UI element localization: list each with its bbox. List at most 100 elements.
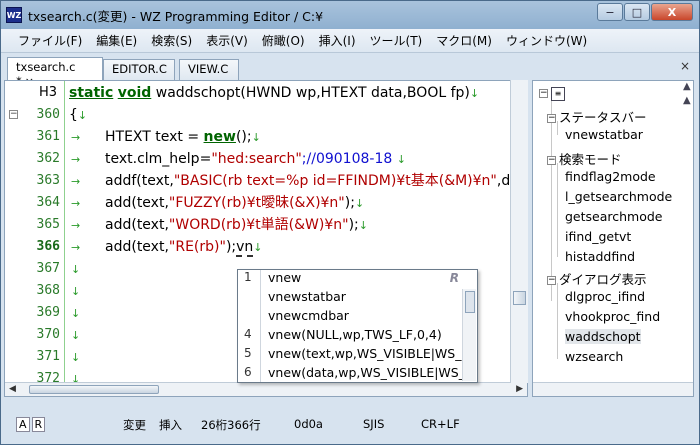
outline-node[interactable]: − 検索モード <box>547 149 622 168</box>
line-number: 361 <box>36 129 60 144</box>
string-literal: "BASIC(rb text=%p id=FFINDM)¥t基本(&M)¥n" <box>173 173 497 189</box>
line-number: 371 <box>36 349 60 364</box>
tab-editor[interactable]: EDITOR.C <box>103 59 175 80</box>
vertical-scroll-thumb[interactable] <box>513 291 526 305</box>
outline-node[interactable]: getsearchmode <box>565 209 663 224</box>
status-encoding[interactable]: SJIS <box>363 417 384 431</box>
outline-root[interactable]: − ≡ <box>539 85 567 101</box>
outline-node[interactable]: − ダイアログ表示 <box>547 269 647 288</box>
heading-level-label: H3 <box>39 85 58 100</box>
outline-close-icon[interactable]: × <box>680 59 690 73</box>
tree-line <box>557 163 558 257</box>
line-number: 368 <box>36 283 60 298</box>
outline-node-selected[interactable]: waddschopt <box>565 329 641 344</box>
menu-search[interactable]: 検索(S) <box>144 32 199 49</box>
code-line: add(text,"FUZZY(rb)¥t曖昧(&X)¥n");↓ <box>105 193 364 213</box>
outline-node[interactable]: histaddfind <box>565 249 635 264</box>
item-text: vnewstatbar <box>268 289 346 304</box>
collapse-icon[interactable]: − <box>539 89 548 98</box>
newline-mark: ↓ <box>358 219 368 232</box>
line-number: 367 <box>36 261 60 276</box>
line-number: 369 <box>36 305 60 320</box>
fold-collapse-icon[interactable]: − <box>9 110 18 119</box>
typed-text: vn <box>236 239 254 257</box>
editor-vertical-scrollbar[interactable] <box>510 80 528 383</box>
outline-vertical-scrollbar[interactable]: ▲ ▲ <box>682 81 693 381</box>
outline-node[interactable]: vhookproc_find <box>565 309 660 324</box>
string-literal: "FUZZY(rb)¥t曖昧(&X)¥n" <box>168 195 345 211</box>
collapse-icon[interactable]: − <box>547 276 556 285</box>
tab-txsearch[interactable]: txsearch.c *× <box>7 57 103 88</box>
menu-insert[interactable]: 挿入(I) <box>312 32 363 49</box>
collapse-icon[interactable]: − <box>547 156 556 165</box>
collapse-icon[interactable]: − <box>547 114 556 123</box>
outline-node[interactable]: l_getsearchmode <box>565 189 672 204</box>
code-line: add(text,"WORD(rb)¥t単語(&W)¥n");↓ <box>105 215 368 235</box>
scroll-left-icon[interactable]: ◀ <box>9 384 16 394</box>
code-line: {↓ <box>69 105 87 125</box>
outline-node[interactable]: ifind_getvt <box>565 229 631 244</box>
completion-popup: 1 vnew R vnewstatbar vnewcmdbar 4 vnew(NUL… <box>237 269 478 383</box>
outline-node[interactable]: − ステータスバー <box>547 107 647 126</box>
completion-item[interactable]: 5 vnew(text,wp,WS_VISIBLE|WS_ <box>238 346 462 365</box>
line-number: 365 <box>36 217 60 232</box>
completion-item[interactable]: 1 vnew <box>238 270 462 289</box>
menu-edit[interactable]: 編集(E) <box>89 32 144 49</box>
keyword-new: new <box>203 129 236 145</box>
editor-window: WZ txsearch.c(変更) - WZ Programming Edito… <box>0 0 700 445</box>
scroll-up-icon[interactable]: ▲ <box>683 95 691 106</box>
scroll-up-icon[interactable]: ▲ <box>683 81 691 92</box>
item-number: 6 <box>244 365 252 379</box>
code-line: addf(text,"BASIC(rb text=%p id=FFINDM)¥t… <box>105 171 510 191</box>
status-eol[interactable]: CR+LF <box>421 417 460 431</box>
scroll-right-icon[interactable]: ▶ <box>516 384 523 394</box>
menu-window[interactable]: ウィンドウ(W) <box>499 32 594 49</box>
newline-mark: ↓ <box>354 197 365 210</box>
newline-mark: ↓ <box>71 285 81 298</box>
menu-file[interactable]: ファイル(F) <box>11 32 89 49</box>
status-mode-a[interactable]: A <box>16 416 30 432</box>
horizontal-scroll-thumb[interactable] <box>29 385 159 394</box>
outline-node[interactable]: findflag2mode <box>565 169 656 184</box>
tab-mark: → <box>71 131 81 144</box>
tab-view[interactable]: VIEW.C <box>179 59 239 80</box>
outline-node[interactable]: wzsearch <box>565 349 623 364</box>
popup-scroll-thumb[interactable] <box>465 291 475 313</box>
status-insert[interactable]: 挿入 <box>159 417 182 433</box>
status-mode-r[interactable]: R <box>31 416 46 432</box>
popup-scrollbar[interactable] <box>462 289 476 381</box>
regex-mode-badge: R <box>449 271 459 285</box>
string-literal: "WORD(rb)¥t単語(&W)¥n" <box>168 217 349 233</box>
completion-item[interactable]: vnewstatbar <box>238 289 462 308</box>
status-modified: 変更 <box>123 418 146 432</box>
title-bar[interactable]: WZ txsearch.c(変更) - WZ Programming Edito… <box>1 1 699 29</box>
code-line-current: add(text,"RE(rb)");vn↓ <box>105 237 263 257</box>
code-text: ); <box>348 217 359 233</box>
newline-mark: ↓ <box>71 351 81 364</box>
item-text: vnew(text,wp,WS_VISIBLE|WS_ <box>268 346 462 361</box>
newline-mark: ↓ <box>71 263 81 276</box>
outline-header: × <box>532 57 694 79</box>
completion-item[interactable]: vnewcmdbar <box>238 308 462 327</box>
close-button[interactable]: X <box>651 3 693 21</box>
menu-tools[interactable]: ツール(T) <box>363 32 430 49</box>
line-number: 370 <box>36 327 60 342</box>
menu-macro[interactable]: マクロ(M) <box>429 32 499 49</box>
menu-overview[interactable]: 俯瞰(O) <box>255 32 312 49</box>
string-literal: "hed:search" <box>211 151 302 167</box>
minimize-button[interactable]: − <box>597 3 623 21</box>
keyword-static: static <box>69 85 114 101</box>
maximize-button[interactable]: □ <box>624 3 650 21</box>
line-number-gutter: H3 − 360 361 362 363 364 365 366 367 368… <box>5 81 65 386</box>
node-label: ダイアログ表示 <box>559 272 647 287</box>
menu-view[interactable]: 表示(V) <box>199 32 255 49</box>
tab-bar: txsearch.c *× EDITOR.C VIEW.C <box>1 54 531 88</box>
newline-mark: ↓ <box>71 307 81 320</box>
completion-item[interactable]: 4 vnew(NULL,wp,TWS_LF,0,4) <box>238 327 462 346</box>
completion-item[interactable]: 6 vnew(data,wp,WS_VISIBLE|WS_ <box>238 365 462 384</box>
outline-node[interactable]: vnewstatbar <box>565 127 643 142</box>
node-label: ステータスバー <box>559 110 647 125</box>
outline-horizontal-scrollbar[interactable] <box>533 382 693 396</box>
editor-horizontal-scrollbar[interactable]: ◀ ▶ <box>5 382 527 396</box>
outline-node[interactable]: dlgproc_ifind <box>565 289 645 304</box>
